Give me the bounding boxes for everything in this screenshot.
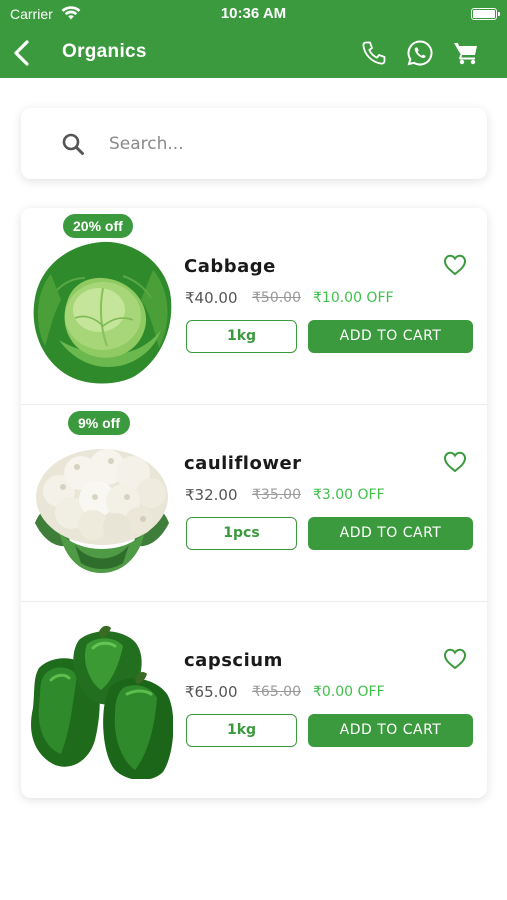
chevron-left-icon[interactable] (10, 38, 34, 68)
original-price: ₹35.00 (252, 487, 301, 503)
product-name: Cabbage (184, 256, 276, 277)
search-icon (62, 133, 84, 155)
price: ₹32.00 (185, 486, 238, 504)
add-to-cart-button[interactable]: ADD TO CART (308, 320, 473, 353)
price: ₹40.00 (185, 289, 238, 307)
discount-badge: 9% off (68, 411, 130, 435)
status-bar: Carrier 10:36 AM (0, 0, 507, 28)
savings-label: ₹0.00 OFF (313, 684, 385, 700)
original-price: ₹50.00 (252, 290, 301, 306)
search-input[interactable] (109, 131, 469, 157)
original-price: ₹65.00 (252, 684, 301, 700)
product-name: cauliflower (184, 453, 302, 474)
add-to-cart-button[interactable]: ADD TO CART (308, 517, 473, 550)
battery-icon (471, 8, 500, 20)
add-to-cart-button[interactable]: ADD TO CART (308, 714, 473, 747)
quantity-selector[interactable]: 1kg (186, 320, 297, 353)
product-name: capscium (184, 650, 283, 671)
heart-icon[interactable] (443, 254, 467, 276)
page-title: Organics (62, 41, 147, 62)
price: ₹65.00 (185, 683, 238, 701)
quantity-selector[interactable]: 1kg (186, 714, 297, 747)
phone-icon[interactable] (360, 39, 388, 67)
whatsapp-icon[interactable] (406, 39, 434, 67)
product-list: 20% off Cabbage ₹40.00 ₹50.00 ₹10.00 OFF… (21, 208, 487, 798)
status-time: 10:36 AM (220, 5, 287, 22)
search-bar[interactable] (21, 108, 487, 179)
cauliflower-image[interactable] (31, 427, 173, 582)
list-item: 20% off Cabbage ₹40.00 ₹50.00 ₹10.00 OFF… (21, 208, 487, 404)
list-item: capscium ₹65.00 ₹65.00 ₹0.00 OFF 1kg ADD… (21, 602, 487, 798)
list-item: 9% off cauliflower ₹32.00 ₹35.00 ₹3.00 O… (21, 405, 487, 601)
savings-label: ₹3.00 OFF (313, 487, 385, 503)
savings-label: ₹10.00 OFF (313, 290, 394, 306)
quantity-selector[interactable]: 1pcs (186, 517, 297, 550)
discount-badge: 20% off (63, 214, 133, 238)
nav-bar: Organics (0, 28, 507, 78)
heart-icon[interactable] (443, 451, 467, 473)
cart-icon[interactable] (452, 39, 480, 67)
capsicum-image[interactable] (31, 624, 173, 779)
heart-icon[interactable] (443, 648, 467, 670)
cabbage-image[interactable] (31, 230, 173, 385)
